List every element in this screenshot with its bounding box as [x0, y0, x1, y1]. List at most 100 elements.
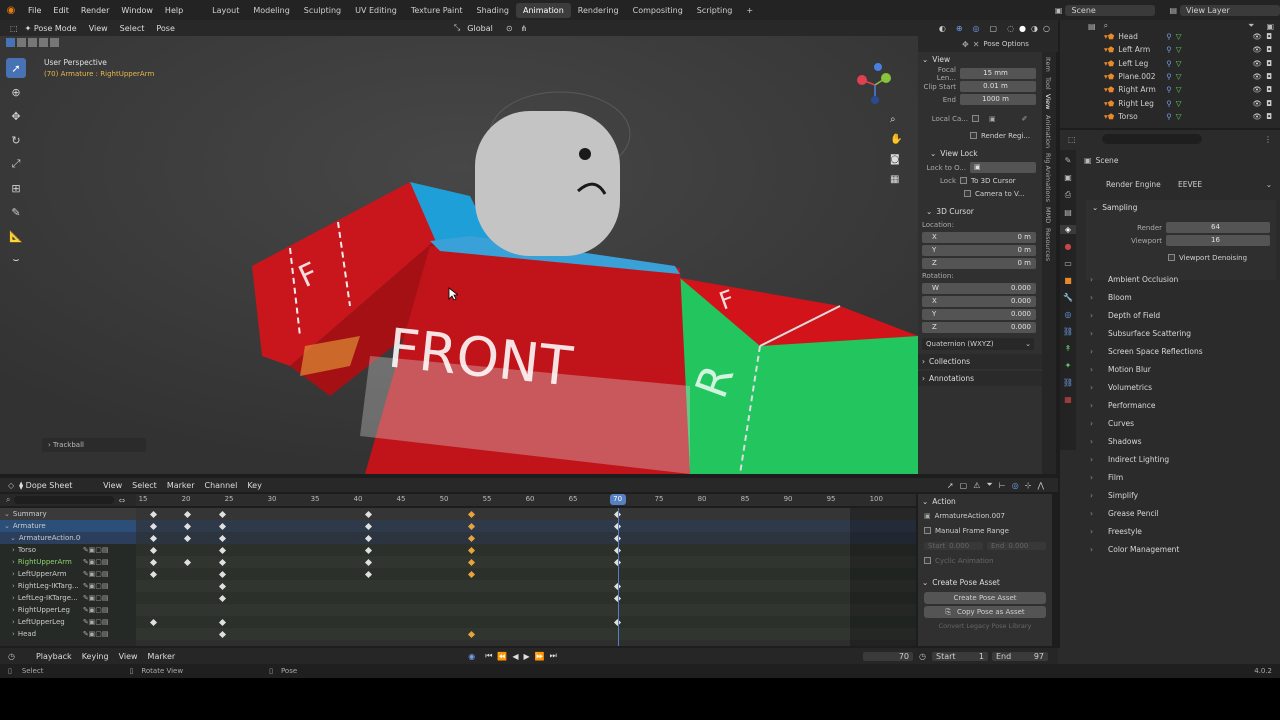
select-intersect-icon[interactable] — [50, 38, 59, 47]
mode-selector[interactable]: ✦ Pose Mode — [20, 22, 82, 35]
jump-keyframe-back-icon[interactable]: ⏪ — [497, 652, 507, 661]
shading-solid-icon[interactable]: ● — [1019, 24, 1026, 33]
expand-arrow-icon[interactable]: › — [12, 630, 15, 638]
dopesheet-mode-selector[interactable]: ⧫ Dope Sheet — [14, 479, 98, 492]
tab-item[interactable]: Item — [1042, 57, 1052, 72]
rotation-w-field[interactable]: W 0.000 — [922, 283, 1036, 294]
render-section-header[interactable]: › Bloom — [1060, 288, 1280, 306]
orientation-selector[interactable]: Global — [462, 22, 498, 35]
select-extend-icon[interactable] — [17, 38, 26, 47]
render-camera-icon[interactable]: ◘ — [1266, 59, 1272, 68]
outliner-row[interactable]: ▾⬟ Plane.002 ⚲ ▽ 👁 ◘ — [1060, 70, 1280, 83]
world-tab-icon[interactable]: ● — [1060, 242, 1076, 251]
playhead-line[interactable] — [617, 508, 619, 646]
jump-keyframe-forward-icon[interactable]: ⏩ — [535, 652, 545, 661]
expand-arrow-icon[interactable]: ⌄ — [10, 534, 16, 542]
outliner-row[interactable]: ▾⬟ Torso ⚲ ▽ 👁 ◘ — [1060, 110, 1280, 123]
tab-mmd[interactable]: MMD — [1042, 207, 1052, 223]
workspace-tab-animation[interactable]: Animation — [515, 2, 571, 18]
play-reverse-icon[interactable]: ◀ — [512, 652, 518, 661]
snapping-icon[interactable]: ⊢ — [999, 481, 1006, 490]
end-frame-field[interactable]: End 0.000 — [987, 541, 1046, 550]
channel-row[interactable]: ⌄ Armature — [0, 520, 136, 532]
current-frame-indicator[interactable]: 70 — [609, 494, 626, 505]
move-tool-icon[interactable]: ✥ — [6, 106, 26, 126]
scene-selector[interactable]: Scene — [1065, 4, 1156, 16]
expand-arrow-icon[interactable]: ⌄ — [4, 522, 10, 530]
editor-type-icon[interactable]: ⬚ — [10, 24, 18, 33]
cursor-z-field[interactable]: Z 0 m — [922, 258, 1036, 269]
channel-row[interactable]: › Head ✎▣▢▤ — [0, 628, 136, 640]
render-samples-field[interactable]: 64 — [1166, 222, 1270, 233]
select-invert-icon[interactable] — [39, 38, 48, 47]
workspace-tab-modeling[interactable]: Modeling — [246, 3, 296, 18]
visibility-eye-icon[interactable]: 👁 — [1253, 99, 1263, 108]
tab-view[interactable]: View — [1042, 94, 1052, 109]
jump-start-icon[interactable]: ⏮ — [485, 651, 492, 661]
render-section-header[interactable]: › Depth of Field — [1060, 306, 1280, 324]
key-type-icon[interactable]: ⊹ — [1025, 481, 1032, 490]
ds-menu-marker[interactable]: Marker — [162, 479, 200, 492]
channel-row[interactable]: › LeftUpperLeg ✎▣▢▤ — [0, 616, 136, 628]
shading-material-icon[interactable]: ◑ — [1031, 24, 1038, 33]
snap-icon[interactable]: ⋔ — [521, 24, 528, 33]
expand-arrow-icon[interactable]: › — [12, 594, 15, 602]
end-frame-field[interactable]: End 97 — [992, 651, 1048, 661]
create-pose-asset-button[interactable]: Create Pose Asset — [924, 592, 1046, 604]
data-tab-icon[interactable]: ↟ — [1060, 344, 1076, 353]
local-camera-checkbox[interactable] — [972, 115, 979, 122]
manual-frame-range-checkbox[interactable] — [924, 527, 931, 534]
ds-menu-key[interactable]: Key — [242, 479, 267, 492]
render-section-header[interactable]: › Film — [1060, 468, 1280, 486]
options-icon[interactable]: ⋮ — [1264, 135, 1272, 144]
only-selected-icon[interactable]: ➚ — [947, 481, 954, 490]
cursor-y-field[interactable]: Y 0 m — [922, 245, 1036, 256]
lock-to-object-field[interactable]: ▣ — [970, 162, 1036, 173]
annotate-tool-icon[interactable]: ✎ — [6, 202, 26, 222]
pose-options-dropdown[interactable]: Pose Options — [983, 40, 1028, 48]
tab-animation[interactable]: Animation — [1042, 115, 1052, 148]
texture-tab-icon[interactable]: ▦ — [1060, 395, 1076, 404]
render-camera-icon[interactable]: ◘ — [1266, 45, 1272, 54]
view-layer-tab-icon[interactable]: ▤ — [1060, 208, 1076, 217]
view-layer-selector[interactable]: View Layer — [1180, 4, 1280, 16]
shading-wireframe-icon[interactable]: ◌ — [1007, 24, 1014, 33]
menu-view[interactable]: View — [84, 22, 113, 35]
menu-render[interactable]: Render — [75, 6, 115, 15]
ds-menu-select[interactable]: Select — [127, 479, 162, 492]
start-frame-field[interactable]: Start 0.000 — [924, 541, 983, 550]
workspace-tab-sculpting[interactable]: Sculpting — [297, 3, 348, 18]
viewport-denoising-checkbox[interactable] — [1168, 254, 1175, 261]
visibility-eye-icon[interactable]: 👁 — [1253, 32, 1263, 41]
channel-row[interactable]: › LeftUpperArm ✎▣▢▤ — [0, 568, 136, 580]
channel-row[interactable]: ⌄ArmatureAction.007 — [0, 532, 136, 544]
relax-tool-icon[interactable]: ⌣ — [6, 250, 26, 270]
render-engine-dropdown[interactable]: EEVEE ⌄ — [1178, 180, 1272, 189]
menu-file[interactable]: File — [22, 6, 47, 15]
visibility-eye-icon[interactable]: 👁 — [1253, 45, 1263, 54]
menu-playback[interactable]: Playback — [31, 650, 77, 663]
convert-legacy-button[interactable]: Convert Legacy Pose Library — [918, 622, 1052, 630]
visibility-eye-icon[interactable]: 👁 — [1253, 85, 1263, 94]
workspace-tab-rendering[interactable]: Rendering — [571, 3, 626, 18]
render-section-header[interactable]: › Screen Space Reflections — [1060, 342, 1280, 360]
interpolation-icon[interactable]: ⋀ — [1037, 481, 1044, 490]
outliner-row[interactable]: ▾⬟ Right Arm ⚲ ▽ 👁 ◘ — [1060, 83, 1280, 96]
swap-icon[interactable]: ⇔ — [118, 496, 125, 505]
to-3d-cursor-checkbox[interactable] — [960, 177, 967, 184]
move-icon[interactable]: ✥ — [962, 40, 969, 49]
gizmo-toggle-icon[interactable]: ⊕ — [956, 24, 963, 33]
expand-arrow-icon[interactable]: › — [12, 582, 15, 590]
render-section-header[interactable]: › Volumetrics — [1060, 378, 1280, 396]
frame-ruler[interactable]: 152025303540455055606570758085909510070 — [136, 494, 916, 506]
keyframe-area[interactable] — [136, 508, 916, 646]
output-tab-icon[interactable]: ⎙ — [1060, 190, 1076, 200]
render-section-header[interactable]: › Simplify — [1060, 486, 1280, 504]
expand-arrow-icon[interactable]: › — [12, 618, 15, 626]
select-box-tool-icon[interactable]: ➚ — [6, 58, 26, 78]
select-subtract-icon[interactable] — [28, 38, 37, 47]
object-tab-icon[interactable]: ■ — [1060, 276, 1076, 285]
outliner-row[interactable]: ▾⬟ Head ⚲ ▽ 👁 ◘ — [1060, 30, 1280, 43]
collections-header[interactable]: › Collections — [918, 354, 1042, 369]
search-icon[interactable]: ⌕ — [6, 495, 10, 505]
